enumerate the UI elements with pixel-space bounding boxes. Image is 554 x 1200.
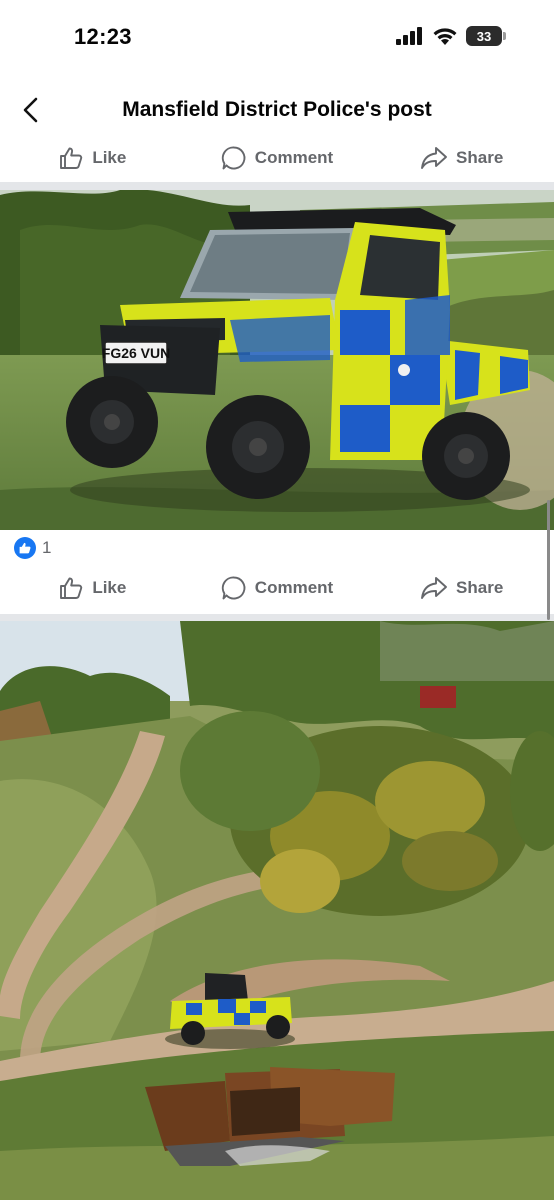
share-label: Share	[456, 148, 504, 167]
like-button[interactable]: Like	[0, 566, 185, 610]
cellular-signal-icon	[396, 27, 422, 45]
thumbs-up-icon	[60, 147, 83, 169]
front-left-wheel	[66, 376, 158, 468]
reaction-count: 1	[42, 538, 52, 557]
post-header: Mansfield District Police's post	[0, 72, 554, 144]
share-label: Share	[456, 578, 504, 597]
share-button[interactable]: Share	[369, 136, 554, 180]
clock: 12:23	[74, 24, 132, 49]
scrollbar[interactable]	[547, 500, 550, 620]
section-divider	[0, 614, 554, 621]
section-divider	[0, 182, 554, 190]
wifi-icon	[433, 28, 457, 45]
rear-wheel	[422, 412, 510, 500]
comment-label: Comment	[254, 578, 334, 597]
license-plate: FG26 VUN	[102, 345, 170, 361]
thumbs-up-icon	[60, 577, 83, 599]
like-button[interactable]: Like	[0, 136, 185, 180]
comment-button[interactable]: Comment	[185, 136, 370, 180]
comment-button[interactable]: Comment	[185, 566, 370, 610]
comment-bubble-icon	[221, 576, 246, 600]
post-photo-police-vehicle[interactable]: FG26 VUN	[0, 190, 554, 530]
status-bar: 12:23 33	[0, 0, 554, 72]
share-button[interactable]: Share	[369, 566, 554, 610]
like-label: Like	[92, 148, 127, 167]
share-arrow-icon	[421, 147, 447, 169]
post-action-bar: Like Comment Share	[0, 566, 554, 610]
post-photo-offroad-track[interactable]	[0, 621, 554, 1200]
comment-bubble-icon	[221, 146, 246, 170]
share-arrow-icon	[421, 577, 447, 599]
battery-level: 33	[466, 26, 502, 46]
like-reaction-icon	[14, 537, 36, 559]
page-title: Mansfield District Police's post	[122, 98, 432, 121]
front-right-wheel	[206, 395, 310, 499]
comment-label: Comment	[254, 148, 334, 167]
reaction-summary[interactable]: 1	[14, 537, 51, 559]
post-action-bar: Like Comment Share	[0, 136, 554, 180]
like-label: Like	[92, 578, 127, 597]
battery-icon: 33	[466, 26, 506, 46]
